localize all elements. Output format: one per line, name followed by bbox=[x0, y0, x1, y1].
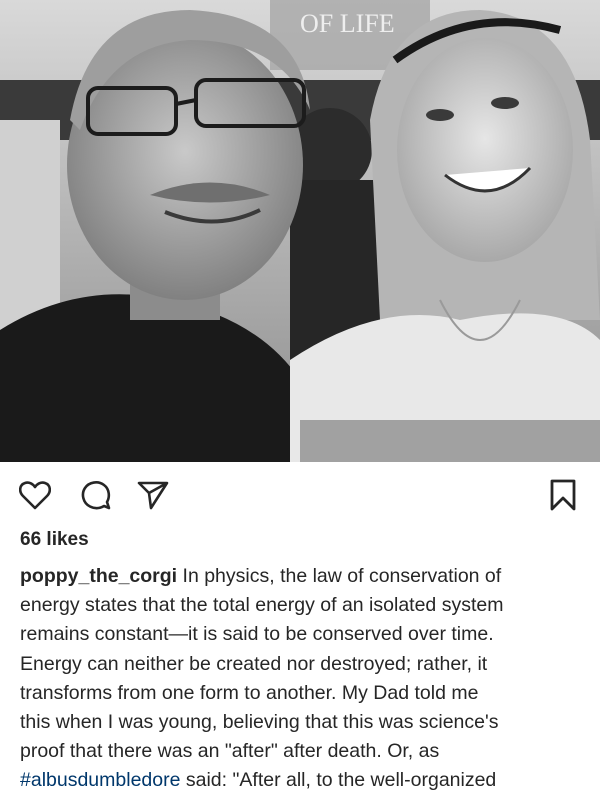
paper-plane-icon bbox=[137, 481, 169, 510]
share-button[interactable] bbox=[136, 478, 170, 512]
caption-username[interactable]: poppy_the_corgi bbox=[20, 565, 177, 587]
like-button[interactable] bbox=[18, 478, 52, 512]
post-photo[interactable]: OF LIFE bbox=[0, 0, 600, 462]
caption-line: In physics, the law of conservation of bbox=[177, 565, 502, 587]
banner-text: OF LIFE bbox=[300, 9, 395, 38]
caption-line: Energy can neither be created nor destro… bbox=[20, 652, 488, 675]
caption-line: said: "After all, to the well-organized bbox=[180, 769, 497, 792]
caption-hashtag-link[interactable]: #albusdumbledore bbox=[20, 769, 180, 791]
caption-line: remains constant—it is said to be conser… bbox=[20, 623, 494, 646]
heart-icon bbox=[19, 481, 51, 510]
comment-icon bbox=[81, 481, 111, 510]
comment-button[interactable] bbox=[79, 478, 113, 512]
caption-line: proof that there was an "after" after de… bbox=[20, 740, 440, 763]
bookmark-icon bbox=[550, 479, 576, 511]
likes-count[interactable]: 66 likes bbox=[20, 529, 89, 551]
post-action-bar bbox=[0, 470, 600, 522]
caption-line: energy states that the total energy of a… bbox=[20, 594, 504, 617]
post-caption: poppy_the_corgi In physics, the law of c… bbox=[20, 562, 586, 796]
caption-line: transforms from one form to another. My … bbox=[20, 681, 479, 704]
caption-line: this when I was young, believing that th… bbox=[20, 711, 499, 734]
save-button[interactable] bbox=[546, 478, 580, 512]
photo-illustration: OF LIFE bbox=[0, 0, 600, 462]
